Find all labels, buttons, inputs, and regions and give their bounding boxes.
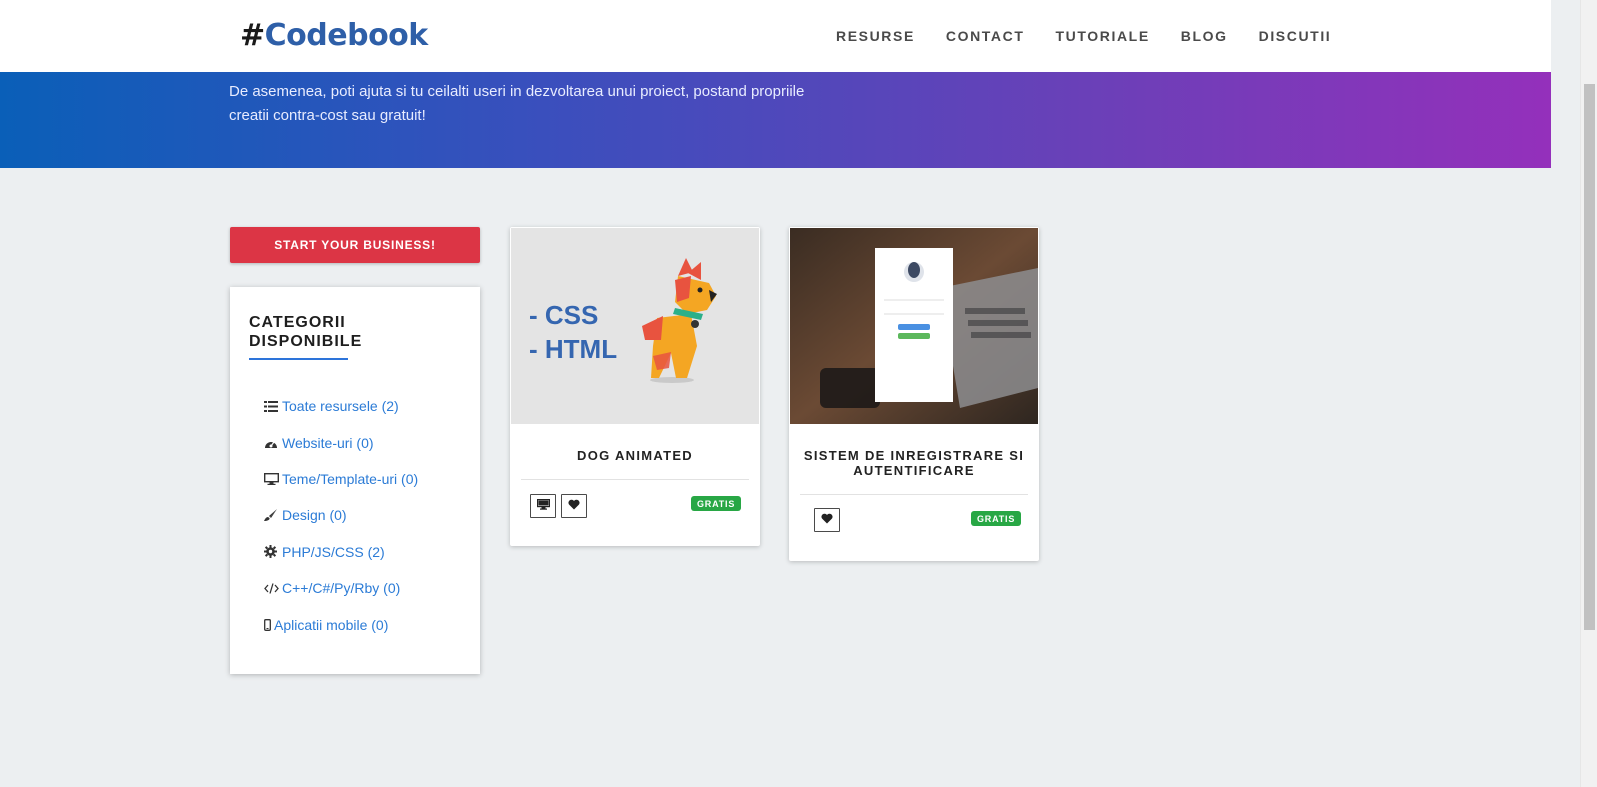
categories-panel: CATEGORII DISPONIBILE Toate resursele (2… <box>230 287 480 674</box>
page-scrollbar[interactable] <box>1580 0 1597 787</box>
category-item-languages[interactable]: C++/C#/Py/Rby (0) <box>264 570 418 606</box>
favorite-button[interactable] <box>814 508 840 532</box>
form-button-green <box>898 333 930 339</box>
form-button-blue <box>898 324 930 330</box>
thumbnail-text-html: - HTML <box>529 334 617 364</box>
list-icon <box>264 400 282 412</box>
nav-item-resurse[interactable]: RESURSE <box>836 28 915 44</box>
card-title[interactable]: DOG ANIMATED <box>520 448 750 463</box>
category-label: Aplicatii mobile (0) <box>274 616 389 633</box>
brand-name: Codebook <box>264 18 429 53</box>
price-badge: GRATIS <box>971 511 1022 526</box>
category-label: Website-uri (0) <box>282 434 374 451</box>
resource-card[interactable]: - CSS - HTML DOG ANIMATED GRATIS <box>510 227 760 546</box>
paint-brush-icon <box>264 508 282 522</box>
resource-card[interactable]: SISTEM DE INREGISTRARE SI AUTENTIFICARE … <box>789 227 1039 561</box>
title-underline <box>249 358 348 360</box>
card-title[interactable]: SISTEM DE INREGISTRARE SI AUTENTIFICARE <box>799 448 1029 478</box>
category-item-all[interactable]: Toate resursele (2) <box>264 388 418 424</box>
form-avatar-head <box>908 262 920 278</box>
category-item-themes[interactable]: Teme/Template-uri (0) <box>264 461 418 497</box>
heart-icon <box>568 497 580 515</box>
mobile-icon <box>264 618 274 631</box>
category-item-mobile[interactable]: Aplicatii mobile (0) <box>264 606 418 642</box>
desktop-icon <box>264 472 282 485</box>
preview-button[interactable] <box>530 494 556 518</box>
category-label: Design (0) <box>282 507 347 524</box>
phone-shape <box>820 368 880 408</box>
nav-item-blog[interactable]: BLOG <box>1181 28 1228 44</box>
card-thumbnail[interactable]: - CSS - HTML <box>511 228 759 424</box>
category-label: PHP/JS/CSS (2) <box>282 543 385 560</box>
main-nav: RESURSE CONTACT TUTORIALE BLOG DISCUTII <box>836 28 1362 44</box>
laptop-keys <box>965 308 1031 338</box>
category-label: Teme/Template-uri (0) <box>282 470 419 487</box>
favorite-button[interactable] <box>561 494 587 518</box>
category-item-websites[interactable]: Website-uri (0) <box>264 424 418 460</box>
thumbnail-text-css: - CSS <box>529 300 598 330</box>
card-divider <box>800 494 1028 495</box>
category-item-php-js-css[interactable]: PHP/JS/CSS (2) <box>264 534 418 570</box>
price-badge: GRATIS <box>691 496 742 511</box>
card-divider <box>521 479 749 480</box>
desktop-icon <box>536 497 550 515</box>
hero-description: De asemenea, poti ajuta si tu ceilalti u… <box>229 80 829 128</box>
heart-icon <box>821 511 833 529</box>
hero-line-1: De asemenea, poti ajuta si tu ceilalti u… <box>229 83 805 100</box>
category-item-design[interactable]: Design (0) <box>264 497 418 533</box>
card-thumbnail[interactable] <box>790 228 1038 424</box>
code-icon <box>264 582 282 594</box>
nav-item-discutii[interactable]: DISCUTII <box>1259 28 1332 44</box>
brand-logo[interactable]: #Codebook <box>240 18 428 53</box>
category-label: C++/C#/Py/Rby (0) <box>282 580 401 597</box>
gear-icon <box>264 545 282 559</box>
category-label: Toate resursele (2) <box>282 398 399 415</box>
navbar: #Codebook RESURSE CONTACT TUTORIALE BLOG… <box>0 0 1551 72</box>
nav-item-tutoriale[interactable]: TUTORIALE <box>1056 28 1150 44</box>
scrollbar-thumb[interactable] <box>1584 84 1595 630</box>
categories-list: Toate resursele (2) Website-uri (0) Teme… <box>264 388 418 643</box>
hero-line-2: creatii contra-cost sau gratuit! <box>229 107 426 124</box>
brand-hash: # <box>240 18 265 53</box>
dog-illustration <box>642 258 717 383</box>
categories-title: CATEGORII DISPONIBILE <box>249 314 363 350</box>
start-business-button[interactable]: START YOUR BUSINESS! <box>230 227 480 263</box>
dashboard-icon <box>264 437 282 449</box>
nav-item-contact[interactable]: CONTACT <box>946 28 1025 44</box>
